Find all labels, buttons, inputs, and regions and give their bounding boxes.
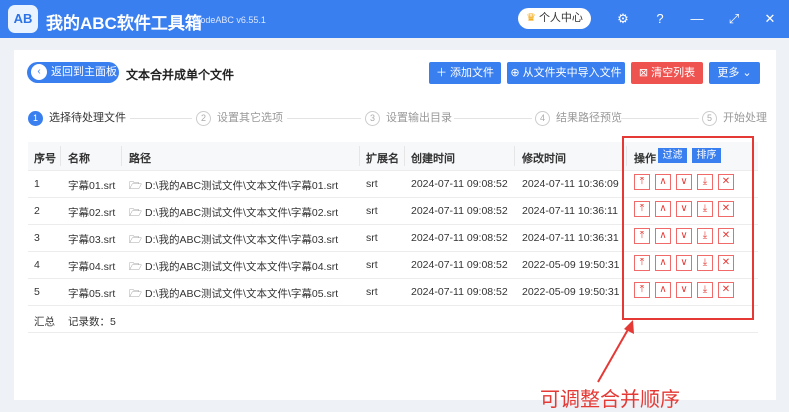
annotation-text: 可调整合并顺序 [540,389,680,411]
minimize-icon[interactable]: — [687,9,707,29]
cell-name: 字幕02.srt [68,207,116,219]
folder-icon[interactable]: 🗁 [129,288,142,300]
step-3: 3 设置输出目录 [365,110,452,126]
path-text: D:\我的ABC测试文件\文本文件\字幕03.srt [145,234,339,246]
cell-ext: srt [366,286,378,298]
step-label: 设置输出目录 [386,112,452,124]
cell-created: 2024-07-11 09:08:52 [411,178,508,190]
highlight-box [622,136,754,320]
more-label: 更多 [717,67,740,79]
cell-created: 2024-07-11 09:08:52 [411,259,508,271]
circle-plus-icon: ⊕ [510,67,523,79]
user-center-button[interactable]: ♛ 个人中心 [518,8,591,29]
back-label: 返回到主面板 [51,66,117,78]
header-created[interactable]: 创建时间 [411,150,455,166]
cell-name: 字幕01.srt [68,180,116,192]
column-divider [404,146,405,166]
chevron-left-icon: ‹ [31,64,47,80]
cell-modified: 2022-05-09 19:50:31 [522,259,620,271]
annotation-arrow-icon [597,320,634,383]
app-title: 我的ABC软件工具箱 [46,14,202,33]
column-divider [60,146,61,166]
fullscreen-icon[interactable]: ⤢ [724,9,744,29]
step-5: 5 开始处理 [702,110,767,126]
cell-path: 🗁 D:\我的ABC测试文件\文本文件\字幕01.srt [129,178,338,196]
step-divider [621,118,699,119]
record-count: 记录数：5 [68,316,116,328]
header-modified[interactable]: 修改时间 [522,150,566,166]
header-ext[interactable]: 扩展名 [366,150,399,166]
cell-modified: 2024-07-11 10:36:09 [522,178,619,190]
add-file-label: 添加文件 [450,67,495,79]
folder-icon[interactable]: 🗁 [129,234,142,246]
cell-index: 4 [34,259,40,271]
folder-icon[interactable]: 🗁 [129,207,142,219]
gear-icon[interactable]: ⚙ [613,9,633,29]
app-version: WodeABC v6.55.1 [192,15,266,25]
column-divider [514,146,515,166]
cell-name: 字幕03.srt [68,234,116,246]
add-file-button[interactable]: ＋ 添加文件 [429,62,501,84]
step-divider [454,118,532,119]
header-name[interactable]: 名称 [68,150,90,166]
import-folder-button[interactable]: ⊕ 从文件夹中导入文件 [507,62,625,84]
more-button[interactable]: 更多 ⌄ [709,62,760,84]
cell-path: 🗁 D:\我的ABC测试文件\文本文件\字幕02.srt [129,205,338,223]
chevron-down-icon: ⌄ [739,67,752,79]
cell-path: 🗁 D:\我的ABC测试文件\文本文件\字幕03.srt [129,232,338,250]
app-logo: AB [8,5,38,33]
cell-ext: srt [366,232,378,244]
page-title: 文本合并成单个文件 [126,68,235,82]
summary-label: 汇总 [34,316,55,328]
cell-created: 2024-07-11 09:08:52 [411,205,508,217]
cell-modified: 2022-05-09 19:50:31 [522,286,620,298]
import-folder-label: 从文件夹中导入文件 [522,67,622,79]
step-label: 设置其它选项 [217,112,283,124]
step-4: 4 结果路径预览 [535,110,622,126]
cell-name: 字幕04.srt [68,261,116,273]
step-label: 选择待处理文件 [49,112,126,124]
back-to-main-button[interactable]: ‹ 返回到主面板 [27,62,119,83]
step-divider [287,118,361,119]
cell-index: 3 [34,232,40,244]
header-path[interactable]: 路径 [129,150,151,166]
cell-index: 5 [34,286,40,298]
title-bar: AB 我的ABC软件工具箱 WodeABC v6.55.1 ♛ 个人中心 ⚙ ? … [0,0,789,38]
step-label: 结果路径预览 [556,112,622,124]
clear-list-button[interactable]: ⊠ 清空列表 [631,62,703,84]
user-center-label: 个人中心 [538,12,583,24]
step-divider [130,118,192,119]
cell-index: 1 [34,178,40,190]
cell-modified: 2024-07-11 10:36:31 [522,232,619,244]
cell-ext: srt [366,259,378,271]
cell-name: 字幕05.srt [68,288,116,300]
cell-modified: 2024-07-11 10:36:11 [522,205,618,217]
help-icon[interactable]: ? [650,9,670,29]
folder-icon[interactable]: 🗁 [129,261,142,273]
path-text: D:\我的ABC测试文件\文本文件\字幕05.srt [145,288,339,300]
cell-index: 2 [34,205,40,217]
cell-created: 2024-07-11 09:08:52 [411,232,508,244]
cell-ext: srt [366,178,378,190]
header-index[interactable]: 序号 [34,150,56,166]
clear-icon: ⊠ [638,67,652,79]
cell-path: 🗁 D:\我的ABC测试文件\文本文件\字幕05.srt [129,286,338,304]
path-text: D:\我的ABC测试文件\文本文件\字幕04.srt [145,261,339,273]
step-label: 开始处理 [723,112,767,124]
folder-icon[interactable]: 🗁 [129,180,142,192]
path-text: D:\我的ABC测试文件\文本文件\字幕02.srt [145,207,339,219]
step-1: 1 选择待处理文件 [28,110,126,126]
row-divider [28,332,758,333]
cell-path: 🗁 D:\我的ABC测试文件\文本文件\字幕04.srt [129,259,338,277]
cell-ext: srt [366,205,378,217]
cell-created: 2024-07-11 09:08:52 [411,286,508,298]
close-icon[interactable]: ✕ [760,9,780,29]
path-text: D:\我的ABC测试文件\文本文件\字幕01.srt [145,180,339,192]
column-divider [359,146,360,166]
clear-list-label: 清空列表 [651,67,696,79]
step-2: 2 设置其它选项 [196,110,283,126]
plus-icon: ＋ [435,67,451,79]
crown-icon: ♛ [526,12,536,24]
column-divider [121,146,122,166]
